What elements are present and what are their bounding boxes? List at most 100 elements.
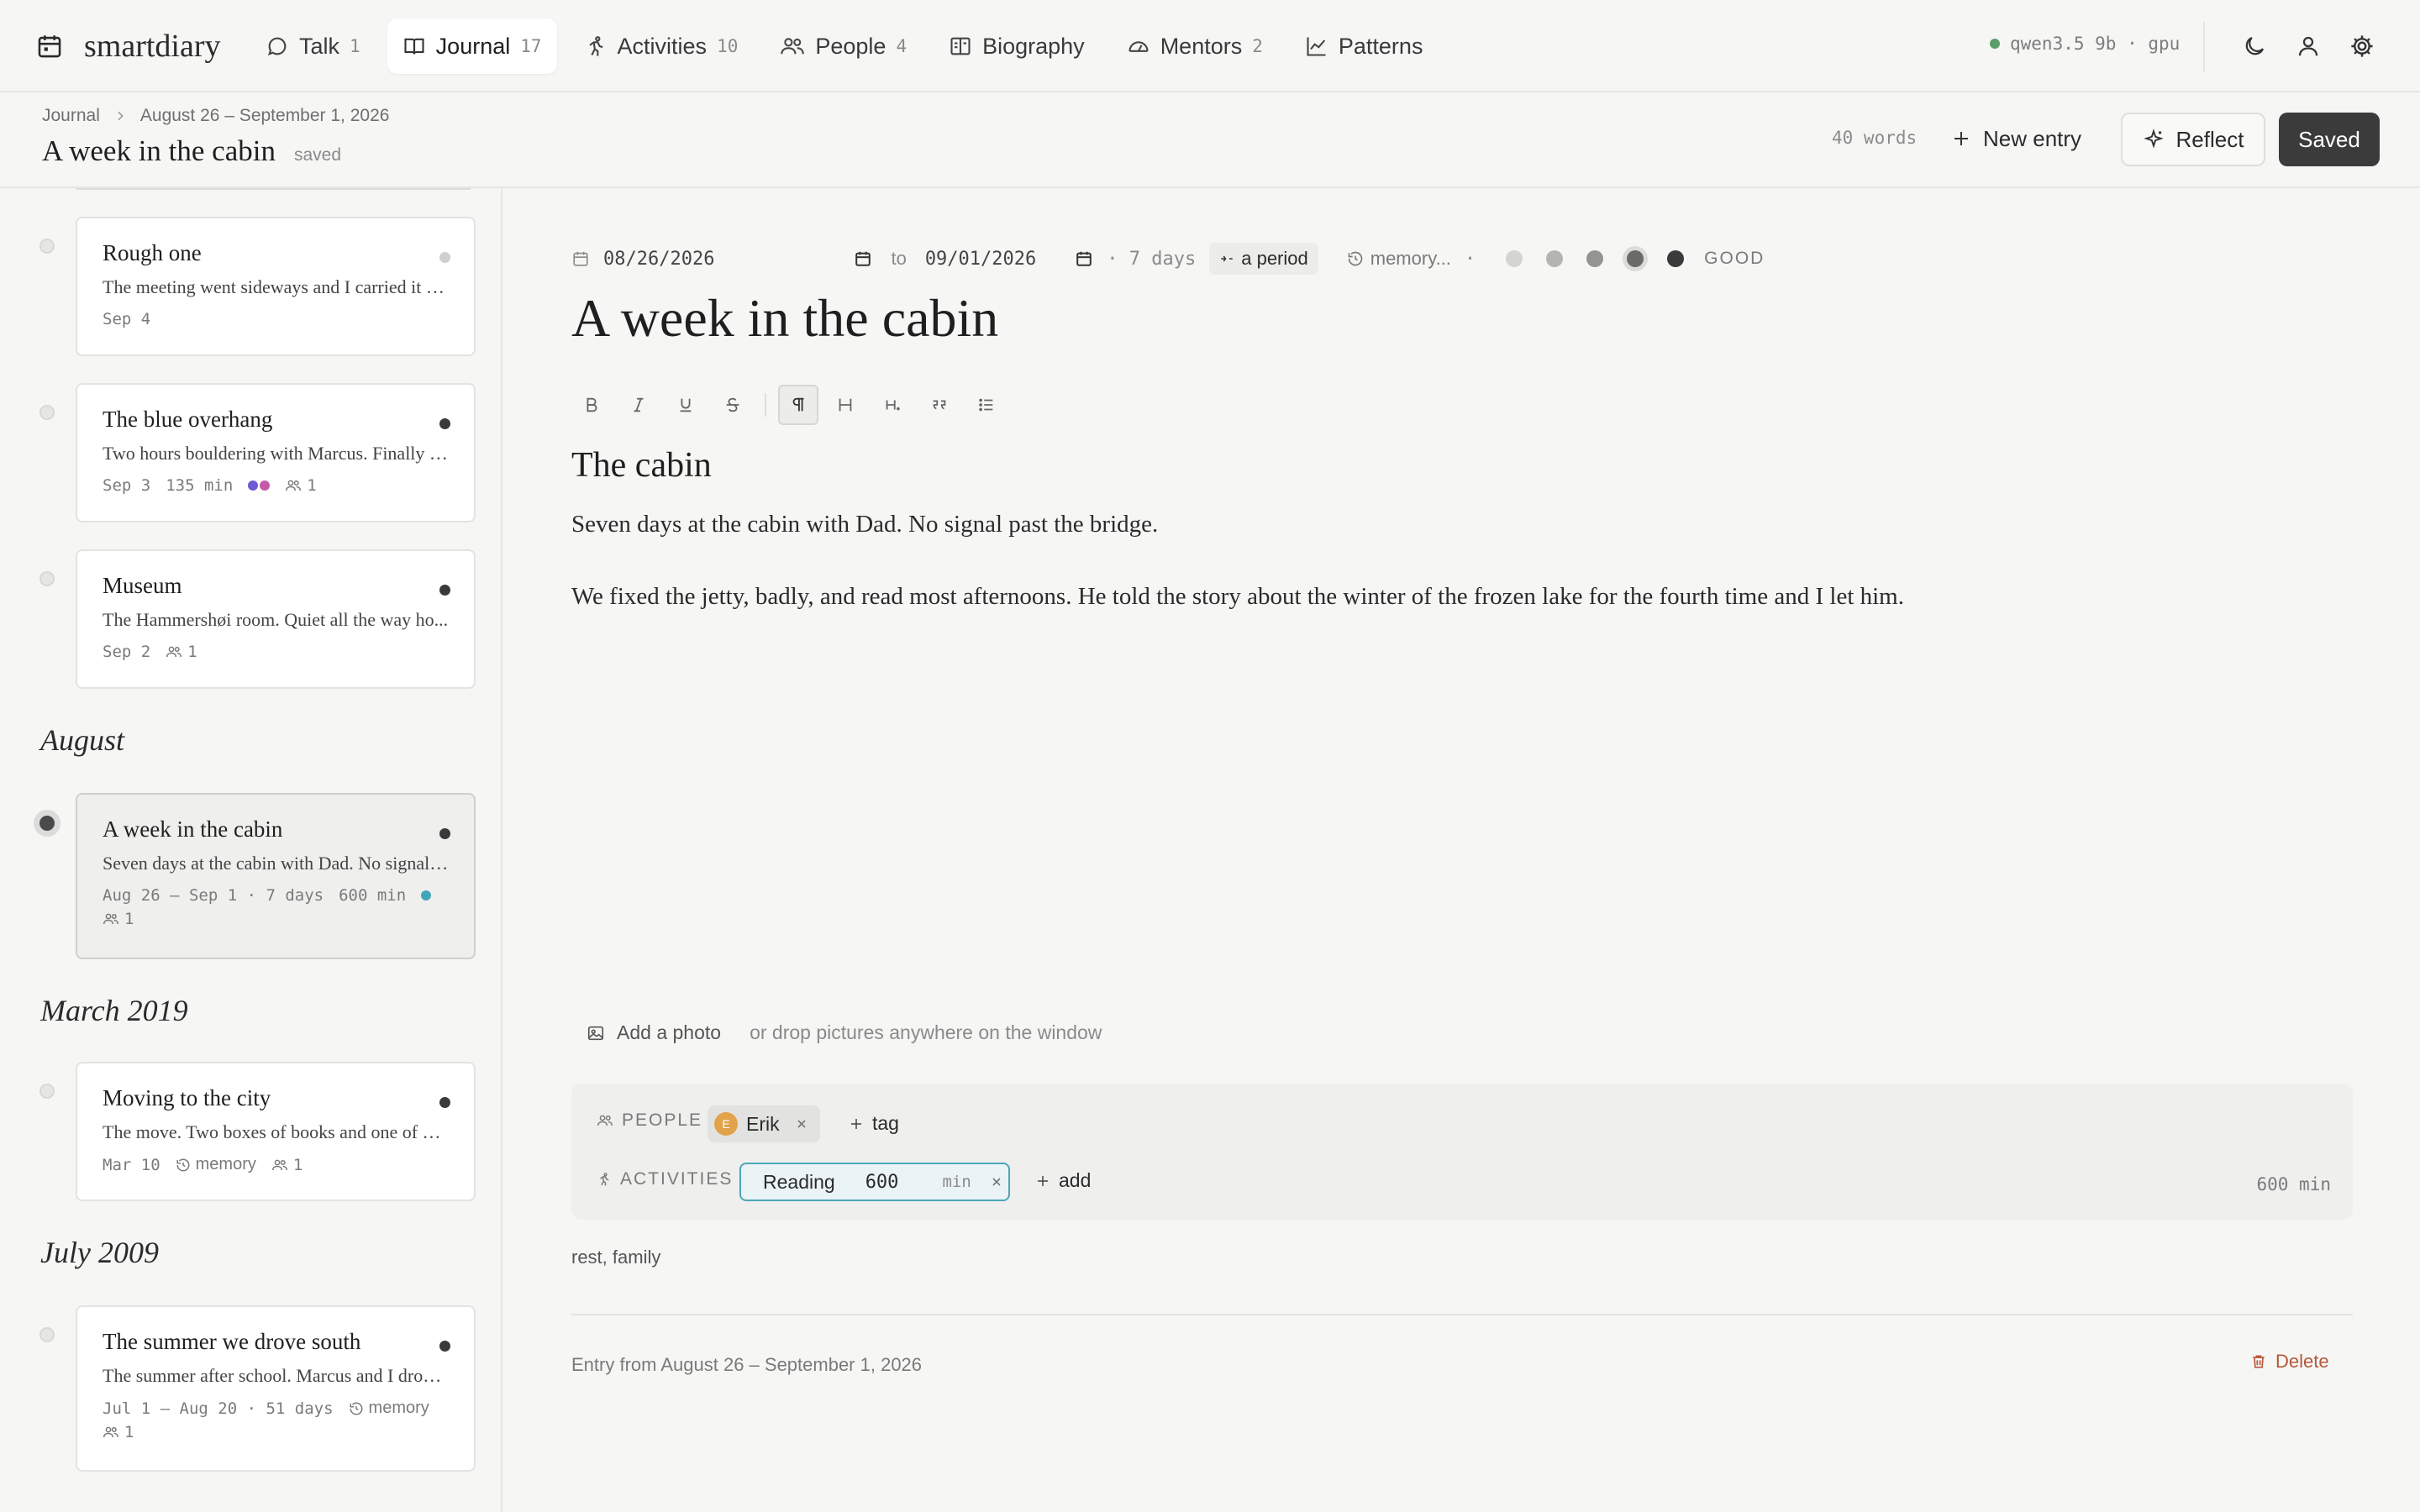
entry-excerpt: The move. Two boxes of books and one of …: [103, 1121, 449, 1142]
account-button[interactable]: [2291, 29, 2326, 64]
nav-talk[interactable]: Talk 1: [250, 18, 376, 74]
breadcrumb-journal[interactable]: Journal: [42, 106, 100, 126]
entry-excerpt: Seven days at the cabin with Dad. No sig…: [103, 853, 449, 874]
entry-card-blue-overhang[interactable]: The blue overhang Two hours bouldering w…: [76, 383, 476, 522]
entry-meta: Sep 2 1: [103, 643, 449, 661]
people-icon: [103, 911, 119, 927]
paragraph-button[interactable]: [778, 385, 818, 425]
remove-activity-button[interactable]: [990, 1175, 1003, 1189]
add-person-tag-button[interactable]: tag: [849, 1112, 899, 1135]
entry-date: Mar 10: [103, 1155, 160, 1174]
entry-card-week-in-cabin[interactable]: A week in the cabin Seven days at the ca…: [76, 793, 476, 959]
entry-meta: Sep 3 135 min 1: [103, 476, 449, 495]
mood-level-4-selected[interactable]: [1627, 250, 1644, 267]
end-date-input[interactable]: 09/01/2026: [925, 249, 1093, 270]
start-date-input[interactable]: 08/26/2026: [603, 249, 872, 270]
mood-level-3[interactable]: [1586, 250, 1604, 267]
history-icon: [176, 1158, 191, 1173]
nav-activities[interactable]: Activities 10: [569, 18, 754, 74]
entry-meta: Jul 1 – Aug 20 · 51 days memory 1: [103, 1399, 449, 1441]
entry-card-rough-one[interactable]: Rough one The meeting went sideways and …: [76, 217, 476, 356]
mood-dot: [439, 418, 450, 429]
add-activity-button[interactable]: add: [1035, 1169, 1091, 1192]
main-nav: Talk 1 Journal 17 Activities 10 People 4…: [250, 18, 1438, 74]
settings-button[interactable]: [2344, 29, 2380, 64]
entry-title: Rough one: [103, 240, 202, 265]
nav-people[interactable]: People 4: [765, 18, 922, 74]
activity-minutes-input[interactable]: 600: [865, 1172, 899, 1193]
nav-biography[interactable]: Biography: [934, 18, 1100, 74]
people-icon: [166, 644, 182, 659]
brand[interactable]: smartdiary: [35, 25, 221, 67]
people-label: PEOPLE: [622, 1110, 703, 1130]
entry-duration: 135 min: [166, 476, 234, 495]
saved-button[interactable]: Saved: [2279, 113, 2380, 166]
people-count-value: 1: [124, 1423, 134, 1441]
nav-count: 10: [717, 36, 739, 56]
nav-journal[interactable]: Journal 17: [387, 18, 557, 74]
nav-mentors[interactable]: Mentors 2: [1112, 18, 1278, 74]
page-title: A week in the cabin: [42, 134, 276, 167]
add-photo-button[interactable]: Add a photo: [587, 1021, 721, 1044]
bold-button[interactable]: [571, 385, 612, 425]
entry-excerpt: The meeting went sideways and I carried …: [103, 276, 449, 297]
line-chart-icon: [1305, 34, 1328, 58]
history-icon: [1347, 250, 1364, 267]
heading-icon: [836, 396, 855, 414]
nav-label: Biography: [982, 33, 1085, 59]
mood-selector: GOOD: [1506, 249, 1765, 269]
delete-button[interactable]: Delete: [2250, 1351, 2329, 1373]
word-count: 40 words: [1832, 128, 1918, 148]
italic-button[interactable]: [618, 385, 659, 425]
breadcrumb-current: August 26 – September 1, 2026: [139, 106, 390, 125]
toolbar-divider: [765, 393, 766, 417]
plus-icon: [1035, 1173, 1050, 1189]
mood-level-5[interactable]: [1667, 250, 1685, 267]
breadcrumb: Journal August 26 – September 1, 2026: [42, 106, 389, 126]
list-button[interactable]: [966, 385, 1007, 425]
entry-card-summer-drove-south[interactable]: The summer we drove south The summer aft…: [76, 1305, 476, 1472]
nav-label: People: [815, 33, 886, 59]
mood-level-1[interactable]: [1506, 250, 1523, 267]
underline-icon: [676, 396, 695, 414]
entry-title-input[interactable]: A week in the cabin: [571, 287, 998, 349]
memory-label: memory: [368, 1399, 429, 1417]
running-person-icon: [584, 34, 608, 58]
separator: ·: [1464, 248, 1476, 270]
person-chip-erik[interactable]: E Erik: [708, 1105, 820, 1142]
activity-chip-reading[interactable]: Reading 600 min: [739, 1163, 1010, 1201]
status-dot: [1990, 39, 2000, 49]
remove-person-button[interactable]: [795, 1117, 808, 1131]
underline-button[interactable]: [666, 385, 706, 425]
entry-excerpt: The summer after school. Marcus and I dr…: [103, 1365, 449, 1386]
mood-level-2[interactable]: [1546, 250, 1564, 267]
running-person-icon: [597, 1172, 612, 1187]
keywords[interactable]: rest, family: [571, 1247, 660, 1268]
subheading-button[interactable]: [872, 385, 913, 425]
photo-dropzone: Add a photo or drop pictures anywhere on…: [587, 1021, 1102, 1044]
entry-card-moving-to-city[interactable]: Moving to the city The move. Two boxes o…: [76, 1062, 476, 1201]
editor-paragraph[interactable]: Seven days at the cabin with Dad. No sig…: [571, 511, 1158, 538]
heading-button[interactable]: [825, 385, 865, 425]
start-date-value: 08/26/2026: [603, 248, 715, 270]
nav-patterns[interactable]: Patterns: [1290, 18, 1439, 74]
timeline-dot: [39, 405, 55, 420]
strikethrough-button[interactable]: [713, 385, 753, 425]
memory-label: memory: [195, 1155, 256, 1173]
reflect-button[interactable]: Reflect: [2121, 113, 2265, 166]
new-entry-button[interactable]: New entry: [1951, 114, 2081, 163]
memory-toggle[interactable]: memory...: [1347, 248, 1451, 270]
calendar-picker-icon[interactable]: [854, 249, 872, 268]
editor-paragraph[interactable]: We fixed the jetty, badly, and read most…: [571, 583, 1904, 611]
period-toggle[interactable]: a period: [1209, 243, 1318, 275]
activity-color-dot: [421, 890, 432, 900]
entry-card-museum[interactable]: Museum The Hammershøi room. Quiet all th…: [76, 549, 476, 689]
dark-mode-toggle[interactable]: [2237, 29, 2272, 64]
people-icon: [597, 1113, 613, 1128]
calendar-picker-icon[interactable]: [1075, 249, 1093, 268]
people-icon: [271, 1158, 288, 1173]
quote-button[interactable]: [919, 385, 960, 425]
arrows-icon: [1219, 251, 1234, 266]
editor-heading[interactable]: The cabin: [571, 445, 712, 486]
mood-dot: [439, 252, 450, 263]
